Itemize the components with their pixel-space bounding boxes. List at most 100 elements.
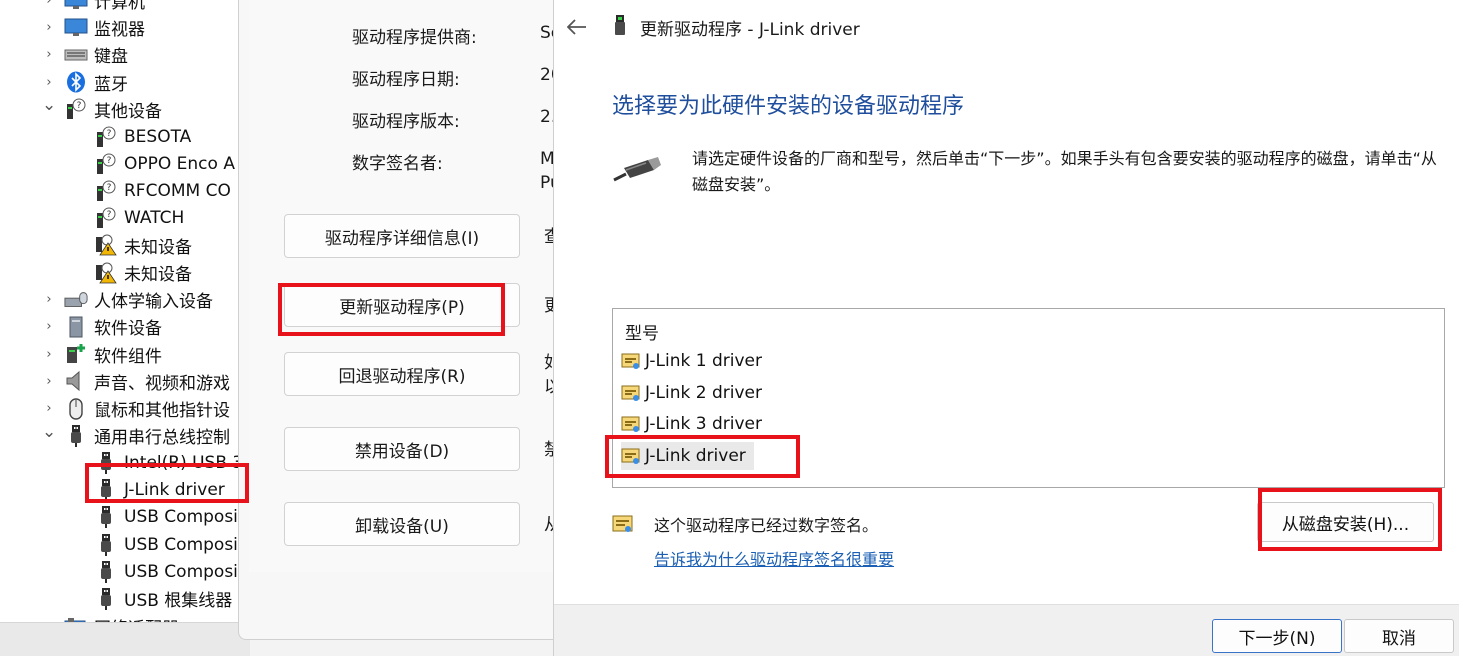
chevron-right-icon[interactable]: › [42,347,56,362]
have-disk-button[interactable]: 从磁盘安装(H)... [1257,502,1434,542]
model-list-item[interactable]: J-Link driver [621,441,754,470]
tree-item[interactable]: › 键盘 [42,41,128,68]
tree-item[interactable]: USB Composi [94,504,238,531]
hid-icon [64,289,88,311]
unknown-device-icon: ? [64,98,88,120]
tree-item[interactable]: ? WATCH [94,205,184,232]
software-device-icon [64,316,88,338]
monitor-icon [64,17,88,39]
device-tree: › 计算机 › 监视器 › 键盘 › 蓝牙 ⌄? 其他设备? BESOTA? OPPO Enco A?… [0,0,250,656]
chevron-down-icon[interactable]: ⌄ [42,95,56,115]
tree-item-label: 其他设备 [94,101,162,122]
chevron-right-icon[interactable]: › [42,374,56,389]
model-list-item[interactable]: J-Link 3 driver [621,410,770,438]
back-button[interactable] [564,14,590,40]
warning-device-icon [94,234,118,256]
disable-device-button[interactable]: 禁用设备(D) [284,427,520,471]
tree-item[interactable]: › 鼠标和其他指针设 [42,395,230,422]
chevron-right-icon[interactable]: › [42,0,56,8]
update-driver-button[interactable]: 更新驱动程序(P) [284,283,520,327]
usb-icon [94,533,118,556]
tree-item[interactable]: 未知设备 [94,232,192,259]
wizard-heading: 选择要为此硬件安装的设备驱动程序 [612,94,965,119]
driver-package-icon [621,385,640,401]
tree-item[interactable]: › 软件设备 [42,313,162,340]
uninstall-device-button[interactable]: 卸载设备(U) [284,502,520,546]
tree-item[interactable]: › 软件组件 [42,341,162,368]
tree-item-label: WATCH [124,208,185,229]
tree-item-label: 计算机 [94,0,145,13]
chevron-right-icon[interactable]: › [42,401,56,416]
model-list-item[interactable]: J-Link 2 driver [621,379,770,407]
unknown-device-icon: ? [94,180,118,202]
bluetooth-icon [64,71,88,93]
warning-device-icon [94,262,118,284]
tree-item[interactable]: USB 根集线器 [94,585,232,612]
driver-properties-panel: 驱动程序提供商: Seg 驱动程序日期: 20 驱动程序版本: 2.7 数字签名… [238,0,568,640]
tree-item-label: J-Link driver [124,480,225,501]
chevron-right-icon[interactable]: › [42,75,56,90]
svg-text:?: ? [107,129,112,139]
tree-item[interactable]: › 蓝牙 [42,69,128,96]
version-label: 驱动程序版本: [352,112,460,132]
usb-icon [94,587,118,610]
computer-icon [64,0,88,12]
chevron-right-icon[interactable]: › [42,47,56,62]
software-component-icon [64,343,88,365]
model-name: J-Link driver [645,445,746,466]
tree-item[interactable]: Intel(R) USB 3 [94,449,243,476]
cancel-button[interactable]: 取消 [1344,619,1454,653]
tree-item[interactable]: ? RFCOMM CO [94,177,231,204]
tree-item[interactable]: › 人体学输入设备 [42,286,213,313]
tree-item-label: 人体学输入设备 [94,292,213,313]
tree-item[interactable]: J-Link driver [94,477,225,504]
chevron-right-icon[interactable]: › [42,319,56,334]
driver-signing-link[interactable]: 告诉我为什么驱动程序签名很重要 [654,546,894,570]
tree-item[interactable]: › 计算机 [42,0,145,14]
next-button[interactable]: 下一步(N) [1212,619,1342,653]
chevron-down-icon[interactable]: ⌄ [42,422,56,442]
chevron-right-icon[interactable]: › [42,292,56,307]
driver-package-icon [621,416,640,432]
tree-status-bar [0,622,250,656]
wizard-title: 更新驱动程序 - J-Link driver [640,20,860,40]
usb-icon [64,424,88,447]
model-list[interactable]: 型号 J-Link 1 driver J-Link 2 driver J-Link … [612,308,1445,488]
tree-item-label: 软件设备 [94,319,162,340]
tree-item[interactable]: ⌄ 通用串行总线控制 [42,422,230,449]
tree-item[interactable]: USB Composi [94,531,238,558]
model-list-header: 型号 [625,324,659,344]
tree-item-label: 鼠标和其他指针设 [94,401,230,421]
unknown-device-icon: ? [94,207,118,229]
tree-item[interactable]: ? BESOTA [94,123,191,150]
wizard-instruction: 请选定硬件设备的厂商和型号，然后单击“下一步”。如果手头有包含要安装的驱动程序的… [692,149,1437,194]
wizard-footer: 下一步(N) 取消 [554,604,1459,656]
usb-cable-icon [613,157,661,182]
tree-item[interactable]: › 声音、视频和游戏 [42,368,230,395]
provider-label: 驱动程序提供商: [352,28,477,48]
tree-item-label: 声音、视频和游戏 [94,373,230,394]
tree-item[interactable]: 未知设备 [94,259,192,286]
model-list-item[interactable]: J-Link 1 driver [621,347,770,375]
tree-item-label: BESOTA [124,126,192,147]
tree-item[interactable]: USB Composi [94,558,238,585]
chevron-right-icon[interactable]: › [42,20,56,35]
svg-text:?: ? [107,183,112,193]
model-name: J-Link 1 driver [645,351,762,371]
tree-item[interactable]: ⌄? 其他设备 [42,95,162,123]
driver-package-icon [621,448,640,464]
unknown-device-icon: ? [94,126,118,148]
unknown-device-icon: ? [94,153,118,175]
date-label: 驱动程序日期: [352,70,460,90]
usb-icon [94,560,118,583]
usb-icon [94,479,118,502]
tree-item[interactable]: › 监视器 [42,14,145,41]
tree-item-label: 键盘 [94,47,128,68]
tree-item-label: Intel(R) USB 3 [124,452,244,473]
tree-item-label: USB 根集线器 [124,591,233,612]
roll-back-driver-button[interactable]: 回退驱动程序(R) [284,352,520,396]
tree-item[interactable]: ? OPPO Enco A [94,150,235,177]
tree-item-label: 蓝牙 [94,74,128,95]
driver-details-button[interactable]: 驱动程序详细信息(I) [284,214,520,258]
signed-driver-text: 这个驱动程序已经过数字签名。 [654,516,879,535]
